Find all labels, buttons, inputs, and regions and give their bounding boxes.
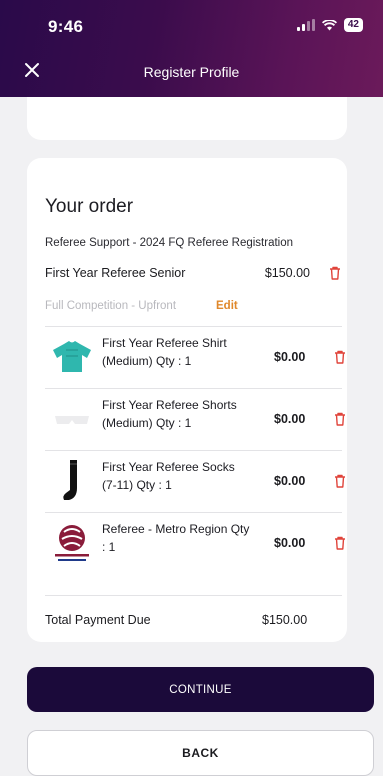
status-icons: 42	[296, 18, 363, 32]
payment-option: Full Competition - Upfront	[45, 300, 177, 312]
previous-section-card	[27, 97, 347, 140]
trash-icon[interactable]	[334, 474, 346, 488]
main-item-price: $150.00	[264, 266, 310, 280]
order-card: Your order Referee Support - 2024 FQ Ref…	[27, 158, 347, 642]
back-button[interactable]: BACK	[27, 730, 374, 776]
total-label: Total Payment Due	[45, 613, 151, 627]
shorts-icon	[55, 416, 89, 424]
item-label: First Year Referee Shorts (Medium) Qty :…	[102, 398, 237, 430]
list-item: First Year Referee Shirt (Medium) Qty : …	[45, 326, 345, 388]
battery-indicator: 42	[343, 18, 363, 32]
item-label: First Year Referee Shirt (Medium) Qty : …	[102, 336, 227, 368]
trash-icon[interactable]	[334, 350, 346, 364]
edit-link[interactable]: Edit	[216, 300, 238, 312]
socks-icon	[63, 460, 77, 500]
signal-icon	[296, 19, 315, 31]
shirt-icon	[53, 341, 91, 372]
trash-icon[interactable]	[334, 412, 346, 426]
football-queensland-logo	[55, 525, 89, 561]
order-heading: Your order	[45, 196, 134, 217]
list-item: First Year Referee Socks (7-11) Qty : 1 …	[45, 450, 345, 512]
status-time: 9:46	[48, 17, 84, 36]
total-value: $150.00	[262, 613, 308, 627]
registration-name: Referee Support - 2024 FQ Referee Regist…	[45, 237, 294, 249]
list-item: Referee - Metro Region Qty : 1 $0.00	[45, 512, 345, 574]
continue-button[interactable]: CONTINUE	[27, 667, 374, 712]
trash-icon[interactable]	[334, 536, 346, 550]
item-price: $0.00	[274, 412, 306, 426]
item-price: $0.00	[274, 536, 306, 550]
item-label: Referee - Metro Region Qty : 1	[102, 522, 250, 554]
item-price: $0.00	[274, 474, 306, 488]
wifi-icon	[321, 19, 337, 30]
item-label: First Year Referee Socks (7-11) Qty : 1	[102, 460, 235, 492]
divider	[45, 595, 342, 596]
page-title: Register Profile	[143, 64, 240, 80]
app-header: 9:46 42 Register Profile	[0, 0, 383, 97]
list-item: First Year Referee Shorts (Medium) Qty :…	[45, 388, 345, 450]
trash-icon[interactable]	[329, 266, 341, 280]
main-item-name: First Year Referee Senior	[45, 266, 186, 280]
item-price: $0.00	[274, 350, 306, 364]
